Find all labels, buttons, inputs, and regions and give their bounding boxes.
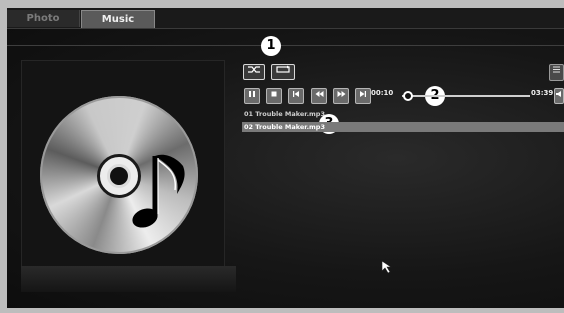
tab-bar: Photo Music [7, 8, 564, 29]
skip-next-button[interactable] [355, 88, 371, 104]
mouse-pointer-icon [381, 260, 392, 274]
playlist-menu-button[interactable] [549, 64, 564, 81]
repeat-icon [276, 65, 290, 73]
stop-icon [271, 91, 277, 97]
volume-button[interactable] [554, 88, 564, 104]
rewind-button[interactable] [311, 88, 327, 104]
tab-music[interactable]: Music [81, 10, 155, 28]
skip-previous-button[interactable] [288, 88, 304, 104]
playlist-item[interactable]: 01 Trouble Maker.mp3 [242, 109, 564, 119]
pause-button[interactable] [244, 88, 260, 104]
progress-track[interactable] [402, 95, 530, 97]
current-time: 00:10 [371, 89, 394, 97]
fast-forward-icon [337, 91, 345, 97]
rewind-icon [315, 91, 323, 97]
progress-knob[interactable] [403, 91, 414, 101]
tab-photo[interactable]: Photo [7, 10, 80, 27]
fast-forward-button[interactable] [333, 88, 349, 104]
media-player-screen: Photo Music 1 2 3 [7, 8, 564, 308]
repeat-button[interactable] [271, 64, 295, 80]
stop-button[interactable] [266, 88, 282, 104]
volume-icon [556, 91, 561, 97]
divider [7, 45, 564, 46]
shuffle-button[interactable] [243, 64, 265, 80]
tv-frame: Photo Music 1 2 3 [0, 0, 564, 313]
shuffle-icon [248, 66, 260, 73]
skip-previous-icon [293, 91, 299, 97]
album-art-reflection [21, 266, 236, 292]
callout-1: 1 [261, 36, 281, 56]
skip-next-icon [360, 91, 366, 97]
playlist-item-selected[interactable]: 02 Trouble Maker.mp3 [242, 122, 564, 132]
pause-icon [249, 91, 255, 97]
total-time: 03:39 [531, 89, 554, 97]
list-icon [553, 66, 560, 73]
music-note-icon [132, 154, 185, 228]
